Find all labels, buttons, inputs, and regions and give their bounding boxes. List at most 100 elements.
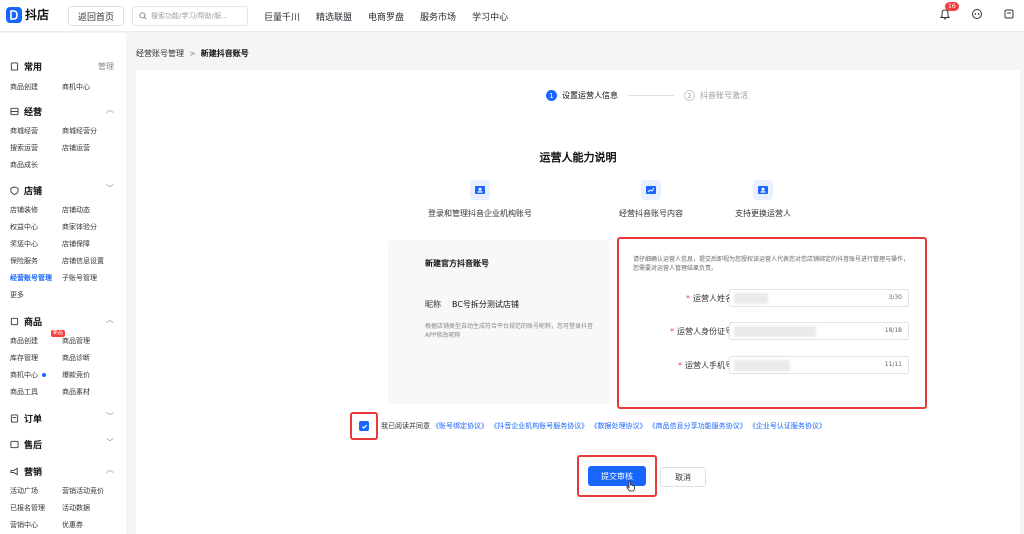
official-account-card: 新建官方抖音账号 昵称 BC号拆分测试店铺 根据店铺类型自动生成符合平台规范的账… [388,240,610,404]
sidebar-item[interactable]: 营销中心 [10,520,38,530]
sidebar-item[interactable]: 活动广场 [10,486,38,496]
sidebar-item-account-management[interactable]: 经营账号管理 [10,273,52,283]
cancel-button[interactable]: 取消 [660,467,706,487]
section-title: 售后 [24,441,43,451]
chevron-up-icon[interactable]: ︿ [106,314,114,325]
sidebar-item[interactable]: 店铺动态 [62,205,90,215]
back-home-button[interactable]: 返回首页 [68,6,124,26]
field-label-text: 运营人姓名 [693,294,733,303]
sidebar-item[interactable]: 权益中心 [10,222,38,232]
sidebar-item[interactable]: 商品创建 新品 [10,330,66,346]
section-title: 订单 [24,415,43,425]
breadcrumb-parent[interactable]: 经营账号管理 [136,49,184,58]
sidebar-item-label: 商机中心 [10,371,38,379]
sidebar-item[interactable]: 店铺保障 [62,239,90,249]
redacted-value [734,360,790,371]
sidebar-item[interactable]: 商品工具 [10,387,38,397]
sidebar-item[interactable]: 保险服务 [10,256,38,266]
sidebar-item[interactable]: 子账号管理 [62,273,97,283]
headset-icon [972,9,982,19]
sidebar-item[interactable]: 优惠券 [62,520,83,530]
sidebar-item[interactable]: 库存管理 [10,353,38,363]
capability-item: 经营抖音账号内容 [591,180,711,219]
nav-item-alliance[interactable]: 精选联盟 [316,10,352,23]
sidebar-item[interactable]: 营销活动竞价 [62,486,104,496]
chevron-down-icon[interactable]: ﹀ [106,411,114,422]
sidebar-item[interactable]: 商品诊断 [62,353,90,363]
operator-id-input[interactable]: 18/18 [729,322,909,340]
search-box[interactable] [132,6,248,26]
sidebar-section-store[interactable]: 店铺 [10,184,42,197]
sidebar-item[interactable]: 商机中心 [10,370,46,380]
search-input[interactable] [151,12,243,20]
logo[interactable]: 抖店 [6,6,49,23]
support-button[interactable] [970,7,984,21]
char-count: 18/18 [884,327,902,334]
section-title: 常用 [24,63,43,73]
form-row-phone: * 运营人手机号 11/11 [619,356,929,374]
sidebar-item[interactable]: 活动数据 [62,503,90,513]
nav-item-learning[interactable]: 学习中心 [472,10,508,23]
sidebar-section-common[interactable]: 常用 [10,60,42,73]
sidebar-item-more[interactable]: 更多 [10,290,24,300]
agreement-links[interactable]: 《账号绑定协议》 《抖音企业机构账号服务协议》 《数据处理协议》 《商品信息分享… [432,421,826,431]
nav-item-compass[interactable]: 电商罗盘 [368,10,404,23]
field-label-text: 运营人手机号 [685,361,733,370]
app-button[interactable] [1002,7,1016,21]
sidebar-item[interactable]: 搜索运营 [10,143,38,153]
section-title: 店铺 [24,187,43,197]
sidebar-item[interactable]: 商品管理 [62,336,90,346]
logo-icon [6,6,22,23]
sidebar-item[interactable]: 店铺装修 [10,205,38,215]
sidebar-item-label: 商品创建 [10,337,38,345]
sidebar-item[interactable]: 店铺信息设置 [62,256,104,266]
megaphone-icon [10,467,18,476]
notification-button[interactable]: 16 [938,2,959,21]
capability-title: 运营人能力说明 [539,151,617,164]
main-panel: 1 设置运营人信息 2 抖音账号激活 运营人能力说明 登录和管理抖音企业机构账号… [136,70,1020,534]
sidebar-section-goods[interactable]: 商品 [10,315,42,328]
manage-link[interactable]: 管理 [98,61,114,72]
form-row-name: * 运营人姓名 3/30 [619,289,929,307]
sidebar-item[interactable]: 商家体验分 [62,222,97,232]
nav-item-qianchuan[interactable]: 巨量千川 [264,10,300,23]
sidebar-item[interactable]: 商品成长 [10,160,38,170]
top-bar: 抖店 返回首页 巨量千川 精选联盟 电商罗盘 服务市场 学习中心 16 [0,0,1024,32]
top-icons: 16 [938,2,1016,21]
submit-review-button[interactable]: 提交审核 [588,466,646,486]
step-1-label: 设置运营人信息 [562,91,618,100]
official-account-title: 新建官方抖音账号 [425,259,489,268]
operator-name-input[interactable]: 3/30 [729,289,909,307]
sidebar-item[interactable]: 爆款竞价 [62,370,90,380]
operator-phone-input[interactable]: 11/11 [729,356,909,374]
sidebar-item[interactable]: 商机中心 [62,82,90,92]
sidebar-section-operations[interactable]: 经营 [10,105,42,118]
chevron-down-icon[interactable]: ﹀ [106,437,114,448]
sidebar-item[interactable]: 商城经营 [10,126,38,136]
sidebar-section-orders[interactable]: 订单 [10,412,42,425]
sidebar-item[interactable]: 商城经营分 [62,126,97,136]
chevron-up-icon[interactable]: ︿ [106,464,114,475]
chevron-up-icon[interactable]: ︿ [106,104,114,115]
sidebar-item[interactable]: 商品素材 [62,387,90,397]
agreement-row: 我已阅读并同意 《账号绑定协议》 《抖音企业机构账号服务协议》 《数据处理协议》… [350,412,826,440]
field-label-text: 运营人身份证号 [677,327,733,336]
sidebar-section-marketing[interactable]: 营销 [10,465,42,478]
chart-icon [641,180,661,200]
form-notice: 请仔细确认运营人信息，提交后即视为您授权该运营人代表您对您店铺绑定的抖音账号进行… [633,256,910,272]
agreement-checkbox[interactable] [359,421,369,431]
char-count: 3/30 [888,294,902,301]
sidebar-section-aftersale[interactable]: 售后 [10,438,42,451]
sidebar-item[interactable]: 商品创建 [10,82,38,92]
logo-text: 抖店 [25,8,50,22]
sidebar-item[interactable]: 已报名管理 [10,503,45,513]
file-icon [10,62,19,71]
sidebar-item[interactable]: 奖惩中心 [10,239,38,249]
unread-dot [42,373,46,377]
chevron-down-icon[interactable]: ﹀ [106,183,114,194]
step-2-number: 2 [684,90,695,101]
nav-item-service-market[interactable]: 服务市场 [420,10,456,23]
document-icon [10,414,19,423]
redacted-value [734,293,768,304]
sidebar-item[interactable]: 店铺运营 [62,143,90,153]
